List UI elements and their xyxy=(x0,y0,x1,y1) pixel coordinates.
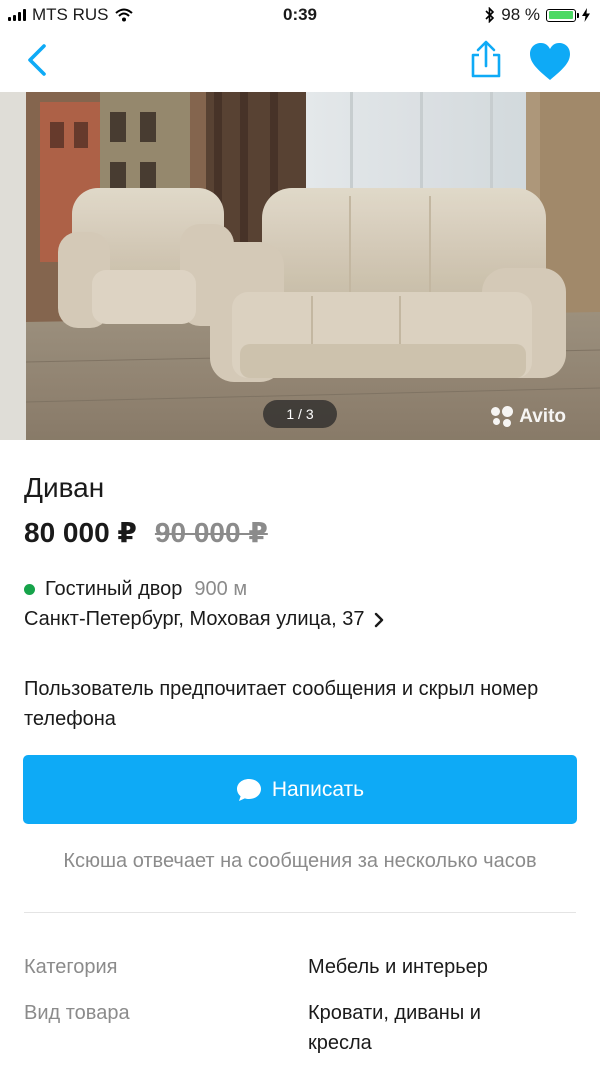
listing-photo xyxy=(0,92,600,440)
write-message-button[interactable]: Написать xyxy=(23,755,577,824)
share-icon[interactable] xyxy=(466,40,506,80)
param-value: Кровати, диваны и кресла xyxy=(308,1002,481,1054)
price: 80 000 ₽ xyxy=(24,517,137,548)
contact-notice: Пользователь предпочитает сообщения и ск… xyxy=(24,678,539,730)
watermark-text: Avito xyxy=(519,406,566,427)
nav-bar xyxy=(0,30,600,92)
address-text: Санкт-Петербург, Моховая улица, 37 xyxy=(24,608,365,630)
gallery-counter: 1 / 3 xyxy=(263,400,337,428)
photo-gallery[interactable]: 1 / 3 Avito xyxy=(0,92,600,440)
charging-icon xyxy=(582,8,590,22)
listing-title: Диван xyxy=(24,472,105,503)
avito-logo-icon xyxy=(491,406,514,428)
heart-icon[interactable] xyxy=(528,42,572,82)
write-button-label: Написать xyxy=(271,777,365,801)
metro-name: Гостиный двор xyxy=(45,578,183,600)
divider xyxy=(24,912,576,913)
battery-percent: 98 % xyxy=(501,5,540,24)
response-time: Ксюша отвечает на сообщения за несколько… xyxy=(63,850,537,872)
price-row: 80 000 ₽ 90 000 ₽ xyxy=(24,516,268,549)
metro-distance: 900 м xyxy=(194,578,248,600)
metro-station: Гостиный двор 900 м xyxy=(24,578,247,601)
chevron-left-icon[interactable] xyxy=(22,42,54,78)
metro-line-dot-icon xyxy=(24,584,35,595)
chevron-right-icon xyxy=(375,612,384,627)
bluetooth-icon xyxy=(485,7,495,23)
param-label: Категория xyxy=(24,956,118,978)
param-row: Категория Мебель и интерьер xyxy=(24,952,576,982)
param-row: Вид товара Кровати, диваны и кресла xyxy=(24,998,576,1058)
status-bar: MTS RUS 0:39 98 % xyxy=(0,0,600,30)
battery-icon xyxy=(546,8,579,22)
address-link[interactable]: Санкт-Петербург, Моховая улица, 37 xyxy=(24,608,384,631)
param-value: Мебель и интерьер xyxy=(308,956,488,978)
chat-bubble-icon xyxy=(236,778,261,801)
old-price: 90 000 ₽ xyxy=(154,517,268,548)
param-label: Вид товара xyxy=(24,1002,130,1024)
avito-watermark: Avito xyxy=(491,406,566,428)
parameters-list: Категория Мебель и интерьер Вид товара К… xyxy=(24,952,576,1074)
